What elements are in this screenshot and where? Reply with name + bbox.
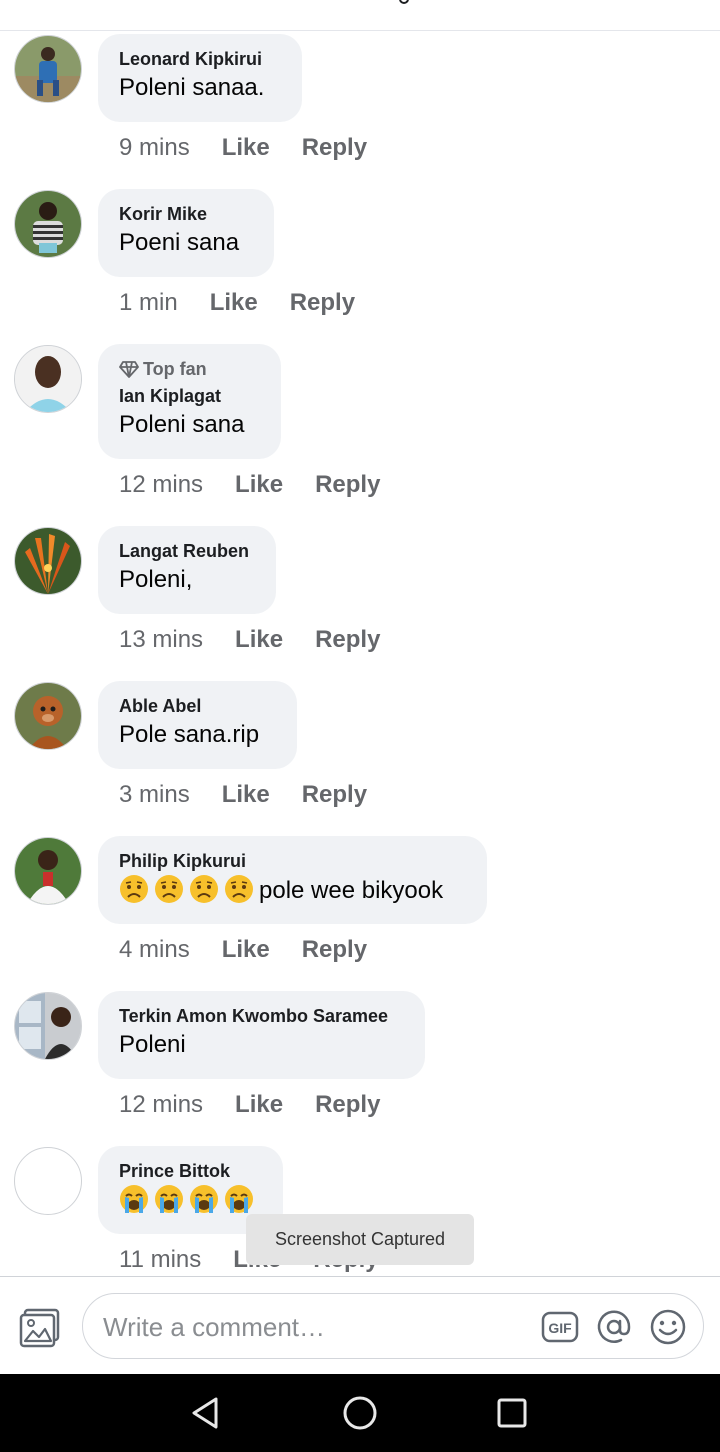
comment-actions: 12 mins Like Reply [119, 471, 380, 499]
reply-button[interactable]: Reply [315, 626, 380, 654]
crying-face-icon [119, 1184, 149, 1214]
comment-text-row: pole wee bikyook [119, 874, 465, 907]
mention-icon[interactable] [595, 1308, 633, 1346]
comment-input[interactable] [101, 1304, 525, 1350]
header-title-fragment [397, 0, 409, 4]
avatar[interactable] [14, 837, 82, 905]
comment-author[interactable]: Terkin Amon Kwombo Saramee [119, 1005, 403, 1027]
avatar[interactable] [14, 345, 82, 413]
like-button[interactable]: Like [222, 936, 270, 964]
comment-text: Pole sana.rip [119, 721, 260, 748]
back-icon[interactable] [186, 1393, 226, 1433]
sad-face-icon [224, 874, 254, 904]
avatar[interactable] [14, 35, 82, 103]
comment-time[interactable]: 4 mins [119, 936, 190, 964]
comment-time[interactable]: 3 mins [119, 781, 190, 809]
comment-composer: GIF [0, 1276, 720, 1375]
sad-face-icon [154, 874, 184, 904]
comment-actions: 9 mins Like Reply [119, 134, 367, 162]
avatar[interactable] [14, 527, 82, 595]
home-icon[interactable] [340, 1393, 380, 1433]
comment-text: Poleni sanaa. [119, 74, 265, 101]
comment-actions: 4 mins Like Reply [119, 936, 367, 964]
like-button[interactable]: Like [235, 471, 283, 499]
avatar[interactable] [14, 992, 82, 1060]
like-button[interactable]: Like [235, 1091, 283, 1119]
comment-time[interactable]: 9 mins [119, 134, 190, 162]
reply-button[interactable]: Reply [302, 781, 367, 809]
like-button[interactable]: Like [222, 134, 270, 162]
comment-bubble: Terkin Amon Kwombo Saramee Poleni [98, 991, 425, 1079]
comment-author[interactable]: Prince Bittok [119, 1160, 261, 1182]
comment-actions: 13 mins Like Reply [119, 626, 380, 654]
reply-button[interactable]: Reply [315, 1091, 380, 1119]
sad-face-icon [119, 874, 149, 904]
comment-bubble: Philip Kipkurui pole wee bikyook [98, 836, 487, 924]
reply-button[interactable]: Reply [290, 289, 355, 317]
comment-actions: 3 mins Like Reply [119, 781, 367, 809]
comment-time[interactable]: 11 mins [119, 1246, 201, 1274]
comment-author[interactable]: Ian Kiplagat [119, 385, 259, 407]
sad-face-icon [189, 874, 219, 904]
android-nav-bar [0, 1374, 720, 1452]
reply-button[interactable]: Reply [302, 134, 367, 162]
comment-text: Poeni sana [119, 229, 240, 256]
top-fan-badge: Top fan [119, 358, 259, 380]
avatar[interactable] [14, 1147, 82, 1215]
like-button[interactable]: Like [235, 626, 283, 654]
comment-actions: 12 mins Like Reply [119, 1091, 380, 1119]
diamond-icon [119, 361, 139, 378]
crying-face-icon [189, 1184, 219, 1214]
recents-icon[interactable] [492, 1393, 532, 1433]
comment-text: Poleni [119, 1031, 186, 1058]
comment-bubble: Top fan Ian Kiplagat Poleni sana [98, 344, 281, 459]
crying-face-icon [154, 1184, 184, 1214]
comment-text: Poleni sana [119, 411, 245, 438]
gif-icon[interactable]: GIF [541, 1308, 579, 1346]
comment-author[interactable]: Philip Kipkurui [119, 850, 465, 872]
comment-bubble: Korir Mike Poeni sana [98, 189, 274, 277]
reply-button[interactable]: Reply [315, 471, 380, 499]
comment-author[interactable]: Able Abel [119, 695, 275, 717]
comment-bubble: Langat Reuben Poleni, [98, 526, 276, 614]
comment-text: pole wee bikyook [259, 877, 444, 904]
reply-button[interactable]: Reply [302, 936, 367, 964]
like-button[interactable]: Like [222, 781, 270, 809]
top-header-partial [0, 0, 720, 31]
comment-input-box[interactable]: GIF [82, 1293, 704, 1359]
comment-time[interactable]: 12 mins [119, 1091, 203, 1119]
svg-text:GIF: GIF [548, 1320, 572, 1336]
crying-face-icon [224, 1184, 254, 1214]
comment-time[interactable]: 13 mins [119, 626, 203, 654]
comment-author[interactable]: Leonard Kipkirui [119, 48, 280, 70]
badge-label: Top fan [143, 359, 207, 379]
emoji-icon[interactable] [649, 1308, 687, 1346]
comment-bubble: Able Abel Pole sana.rip [98, 681, 297, 769]
comment-author[interactable]: Langat Reuben [119, 540, 254, 562]
comment-bubble: Leonard Kipkirui Poleni sanaa. [98, 34, 302, 122]
comment-text: Poleni, [119, 566, 193, 593]
comment-actions: 1 min Like Reply [119, 289, 355, 317]
comment-emoji-row [119, 1184, 261, 1217]
comment-author[interactable]: Korir Mike [119, 203, 252, 225]
like-button[interactable]: Like [210, 289, 258, 317]
screenshot-toast: Screenshot Captured [246, 1214, 474, 1265]
comment-time[interactable]: 1 min [119, 289, 178, 317]
avatar[interactable] [14, 682, 82, 750]
photo-icon[interactable] [18, 1307, 62, 1349]
avatar[interactable] [14, 190, 82, 258]
comment-time[interactable]: 12 mins [119, 471, 203, 499]
comments-list[interactable]: Leonard Kipkirui Poleni sanaa. 9 mins Li… [0, 31, 720, 1276]
